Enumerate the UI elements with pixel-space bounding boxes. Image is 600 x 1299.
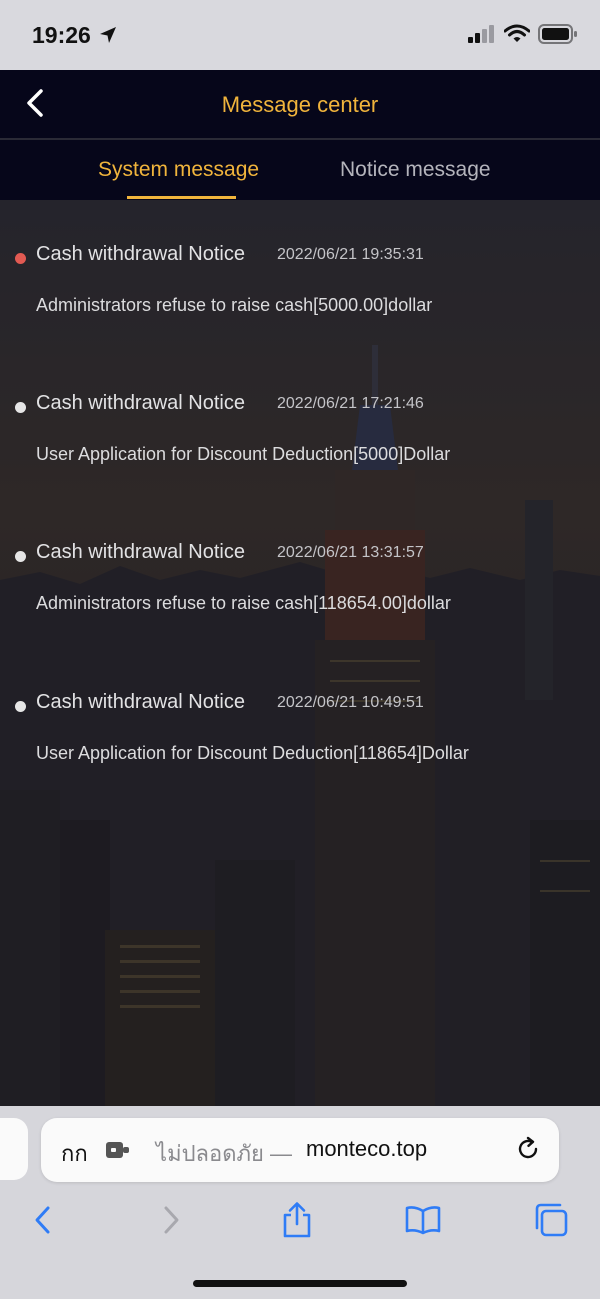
- wifi-icon: [503, 24, 531, 49]
- status-indicators: [468, 24, 578, 49]
- message-body: User Application for Discount Deduction[…: [36, 743, 469, 763]
- back-arrow-icon[interactable]: [22, 1200, 62, 1240]
- message-time: 2022/06/21 17:21:46: [277, 395, 424, 412]
- message-list: Cash withdrawal Notice 2022/06/21 19:35:…: [0, 200, 600, 1106]
- active-tab-indicator: [127, 196, 236, 199]
- address-security-warning: ไม่ปลอดภัย —: [156, 1141, 293, 1166]
- status-time: 19:26: [32, 22, 91, 48]
- tabs-icon[interactable]: [531, 1200, 571, 1240]
- message-title: Cash withdrawal Notice: [36, 691, 245, 713]
- message-time: 2022/06/21 19:35:31: [277, 246, 424, 263]
- message-time: 2022/06/21 13:31:57: [277, 544, 424, 561]
- message-item[interactable]: Cash withdrawal Notice 2022/06/21 13:31:…: [0, 498, 600, 648]
- bookmarks-icon[interactable]: [403, 1200, 443, 1240]
- text-size-button[interactable]: กก: [61, 1136, 88, 1171]
- message-title: Cash withdrawal Notice: [36, 392, 245, 414]
- previous-tab-peek[interactable]: [0, 1118, 28, 1180]
- location-arrow-icon: [98, 25, 118, 50]
- home-indicator: [193, 1280, 407, 1287]
- message-item[interactable]: Cash withdrawal Notice 2022/06/21 19:35:…: [0, 200, 600, 350]
- message-body: Administrators refuse to raise cash[1186…: [36, 593, 451, 613]
- message-title: Cash withdrawal Notice: [36, 541, 245, 563]
- tab-notice-message[interactable]: Notice message: [340, 158, 491, 182]
- read-dot: [15, 551, 26, 562]
- message-item[interactable]: Cash withdrawal Notice 2022/06/21 17:21:…: [0, 349, 600, 499]
- forward-arrow-icon[interactable]: [152, 1200, 192, 1240]
- tab-system-message[interactable]: System message: [98, 158, 259, 182]
- share-icon[interactable]: [277, 1200, 317, 1240]
- battery-icon: [538, 24, 578, 49]
- page-title: Message center: [221, 92, 379, 117]
- read-dot: [15, 402, 26, 413]
- message-tabs: System message Notice message: [0, 140, 600, 200]
- message-title: Cash withdrawal Notice: [36, 243, 245, 265]
- read-dot: [15, 701, 26, 712]
- reload-icon[interactable]: [515, 1136, 541, 1167]
- unread-dot: [15, 253, 26, 264]
- message-time: 2022/06/21 10:49:51: [277, 694, 424, 711]
- app-header: Message center: [0, 70, 600, 140]
- message-item[interactable]: Cash withdrawal Notice 2022/06/21 10:49:…: [0, 648, 600, 798]
- browser-toolbar: กก ไม่ปลอดภัย — monteco.top: [0, 1106, 600, 1299]
- address-bar[interactable]: กก ไม่ปลอดภัย — monteco.top: [41, 1118, 559, 1182]
- address-domain: monteco.top: [306, 1136, 428, 1161]
- message-body: User Application for Discount Deduction[…: [36, 444, 451, 464]
- cellular-signal-icon: [468, 25, 496, 48]
- message-body: Administrators refuse to raise cash[5000…: [36, 295, 433, 315]
- status-bar: 19:26: [0, 0, 600, 70]
- extension-icon[interactable]: [105, 1140, 131, 1165]
